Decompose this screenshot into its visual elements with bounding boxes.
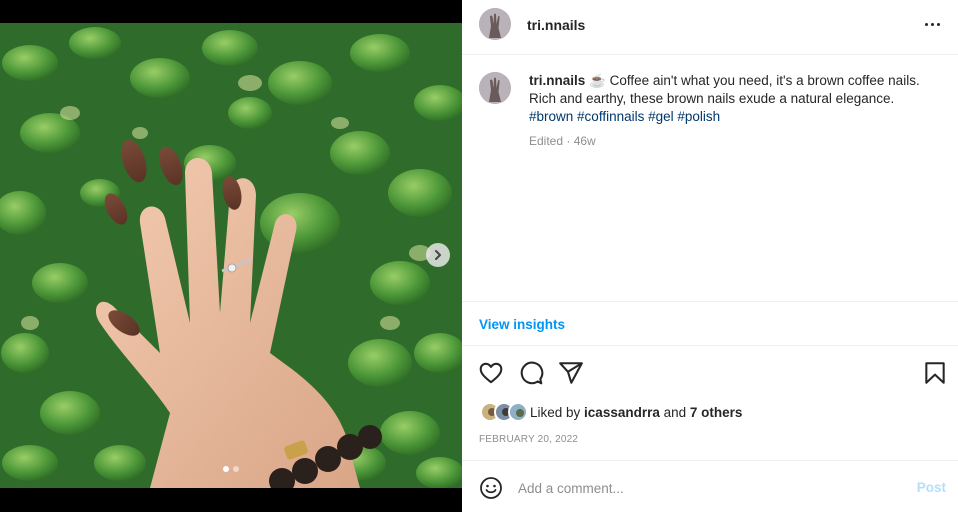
chevron-right-icon	[435, 250, 441, 260]
hashtag-coffinnails[interactable]: #coffinnails	[577, 109, 644, 124]
liked-by-text: Liked by icassandrra and 7 others	[530, 405, 742, 420]
carousel-dot-active	[223, 466, 229, 472]
comment-bubble-icon[interactable]	[518, 360, 544, 386]
paper-plane-icon[interactable]	[558, 360, 584, 386]
view-insights-link[interactable]: View insights	[479, 317, 565, 332]
edited-timestamp[interactable]: Edited · 46w	[529, 134, 596, 148]
carousel-next-button[interactable]	[426, 243, 450, 267]
caption: tri.nnails ☕ Coffee ain't what you need,…	[529, 72, 934, 126]
liker-avatar-image	[510, 404, 526, 420]
post-author-username[interactable]: tri.nnails	[527, 17, 585, 33]
hashtag-brown[interactable]: #brown	[529, 109, 573, 124]
avatar-image	[479, 72, 511, 104]
avatar[interactable]	[479, 8, 511, 40]
more-horizontal-icon	[924, 22, 928, 26]
more-options-button[interactable]	[920, 14, 944, 34]
post-comment-button[interactable]: Post	[917, 480, 946, 495]
avatar-image	[479, 8, 511, 40]
nail-photo-image	[0, 23, 462, 488]
caption-text: Coffee ain't what you need, it's a brown…	[529, 73, 920, 106]
post-date[interactable]: FEBRUARY 20, 2022	[479, 434, 578, 445]
carousel-dots	[0, 466, 462, 472]
comment-bar: Post	[462, 461, 958, 512]
post-photo[interactable]	[0, 23, 462, 488]
caption-username[interactable]: tri.nnails	[529, 73, 585, 88]
caption-area: tri.nnails ☕ Coffee ain't what you need,…	[462, 55, 958, 302]
more-horizontal-icon	[930, 22, 934, 26]
hashtag-polish[interactable]: #polish	[677, 109, 720, 124]
more-horizontal-icon	[936, 22, 940, 26]
bookmark-icon[interactable]	[922, 360, 948, 386]
liker-avatar[interactable]	[508, 402, 528, 422]
coffee-emoji: ☕	[589, 73, 606, 88]
liked-by-prefix: Liked by	[530, 404, 585, 420]
liked-by-row: Liked by icassandrra and 7 others	[480, 401, 742, 423]
post-actions: Liked by icassandrra and 7 others FEBRUA…	[462, 346, 958, 461]
insights-row: View insights	[462, 302, 958, 346]
post-header: tri.nnails	[462, 0, 958, 55]
liked-by-and: and	[659, 404, 690, 420]
hashtag-gel[interactable]: #gel	[648, 109, 674, 124]
avatar[interactable]	[479, 72, 511, 104]
carousel-dot	[233, 466, 239, 472]
post-media	[0, 0, 462, 512]
post-side-panel: tri.nnails tri.nnails ☕ Coffee ain't wha…	[462, 0, 958, 512]
heart-icon[interactable]	[478, 360, 504, 386]
comment-input[interactable]	[518, 477, 898, 499]
liked-by-others[interactable]: 7 others	[690, 405, 743, 420]
smiley-icon[interactable]	[479, 476, 503, 500]
liked-by-user[interactable]: icassandrra	[584, 405, 660, 420]
